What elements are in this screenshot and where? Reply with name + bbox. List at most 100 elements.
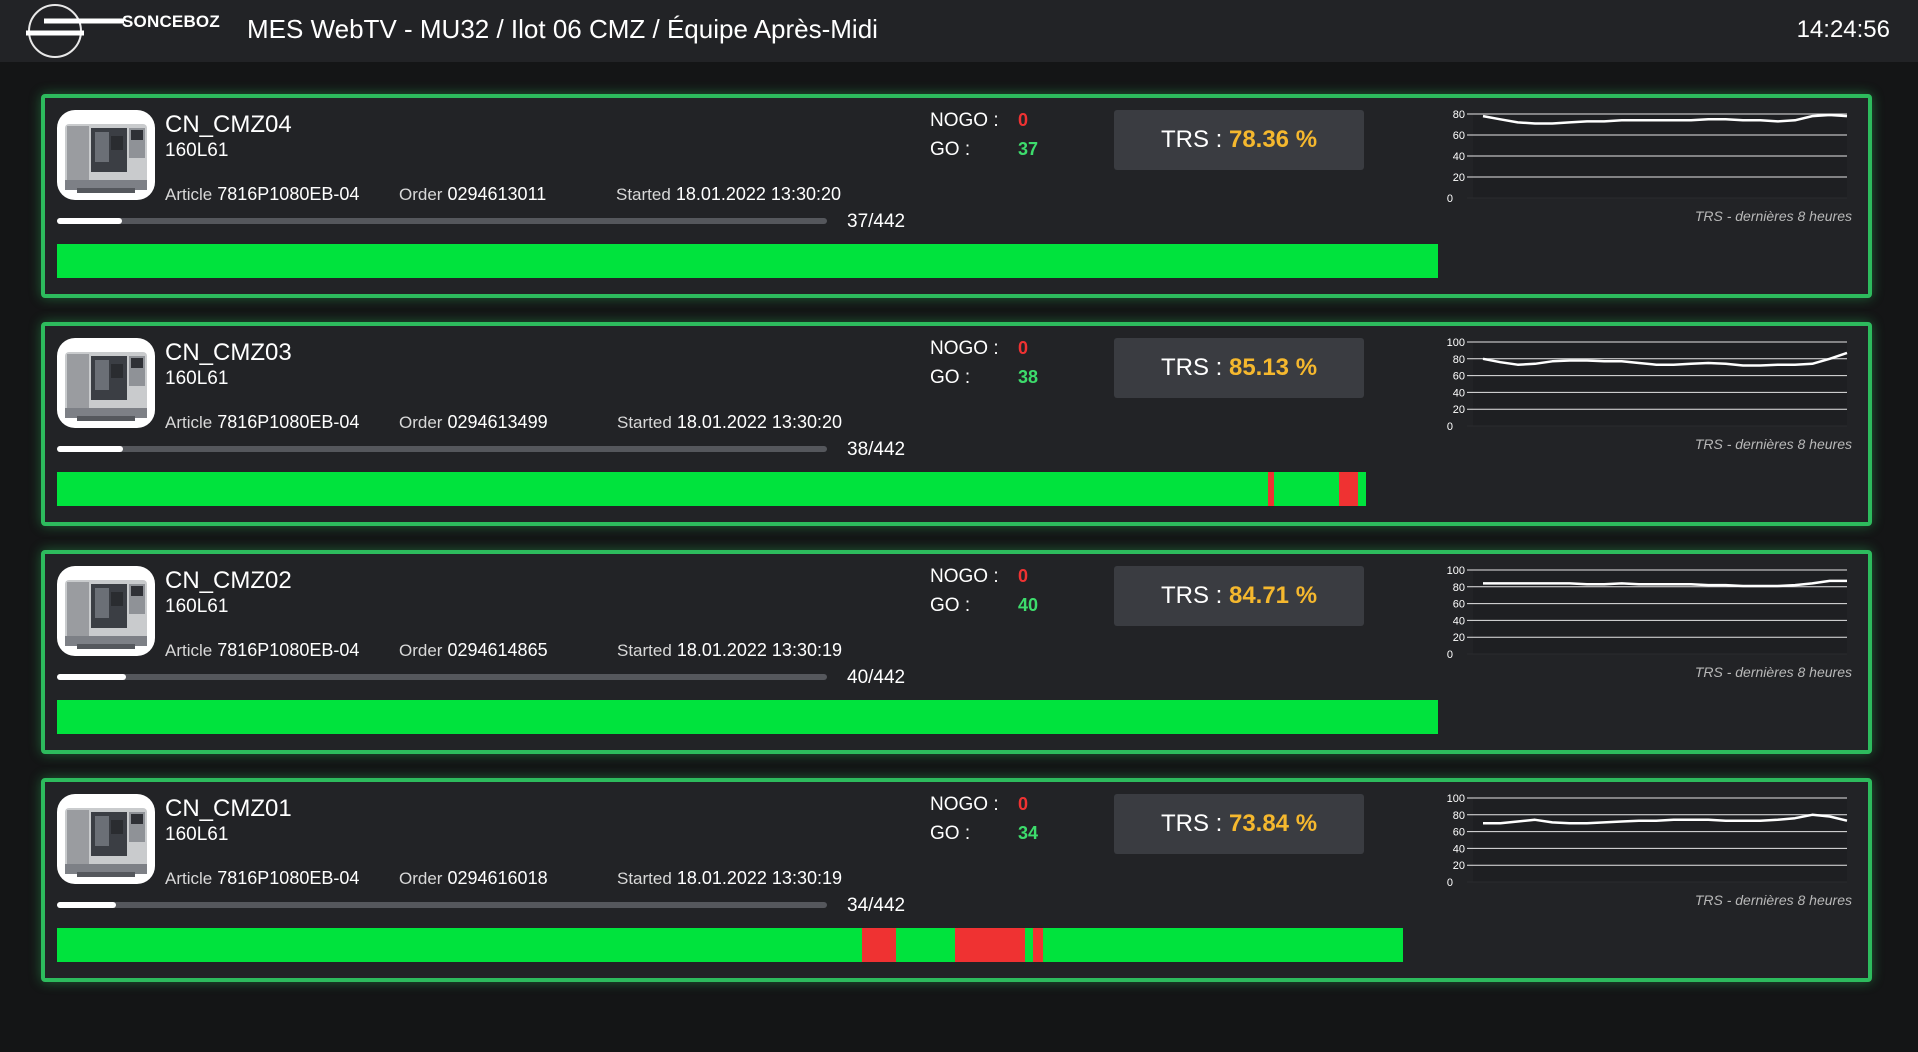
timeline-segment-ok (57, 472, 1269, 506)
chart-tick-label: 60 (1453, 130, 1465, 142)
machine-panel-cn_cmz01[interactable]: CN_CMZ01 160L61 Article 7816P1080EB-04 O… (41, 778, 1872, 982)
trs-value: 85.13 % (1228, 354, 1318, 381)
trs-label: TRS (1160, 810, 1209, 837)
trs-value: 78.36 % (1228, 126, 1318, 153)
timeline-segment-fault (955, 928, 1026, 962)
chart-plot-area (1473, 342, 1847, 426)
go-count: 34 (1018, 823, 1039, 843)
article-label: Article (165, 641, 213, 660)
trs-box: TRS : 84.71 % (1114, 566, 1364, 626)
article-label: Article (165, 869, 213, 888)
timeline-segment-ok (57, 700, 1438, 734)
progress-fill (57, 446, 124, 452)
timeline-segment-ok (895, 928, 956, 962)
order-label: Order (399, 413, 443, 432)
progress-count: 40/442 (847, 667, 906, 688)
trs-label: TRS (1160, 582, 1209, 609)
progress-fill (57, 218, 122, 224)
chart-caption: TRS - dernières 8 heures (1694, 208, 1852, 224)
started-value: 18.01.2022 13:30:20 (675, 184, 841, 204)
chart-tick-label: 0 (1447, 421, 1453, 433)
nogo-count: 0 (1018, 794, 1029, 814)
chart-tick-label: 80 (1453, 354, 1465, 366)
machine-panel-cn_cmz02[interactable]: CN_CMZ02 160L61 Article 7816P1080EB-04 O… (41, 550, 1872, 754)
nogo-label: NOGO : (930, 566, 999, 587)
logo-text: SONCEBOZ (122, 12, 220, 31)
chart-tick-label: 0 (1447, 877, 1453, 889)
chart-caption: TRS - dernières 8 heures (1694, 664, 1852, 680)
cnc-machine-image (65, 124, 147, 193)
trs-value: 73.84 % (1228, 810, 1318, 837)
machine-reference: 160L61 (165, 596, 229, 617)
article-label: Article (165, 185, 213, 204)
order-value: 0294613011 (447, 184, 547, 204)
started-info: Started 18.01.2022 13:30:20 (617, 412, 842, 433)
order-value: 0294616018 (447, 868, 548, 888)
machine-panel-cn_cmz03[interactable]: CN_CMZ03 160L61 Article 7816P1080EB-04 O… (41, 322, 1872, 526)
article-info: Article 7816P1080EB-04 (165, 640, 359, 661)
go-count: 37 (1018, 139, 1039, 159)
timeline-segment-ok (1043, 928, 1404, 962)
machine-thumbnail (57, 338, 155, 428)
machine-name: CN_CMZ04 (165, 111, 292, 138)
chart-tick-label: 100 (1447, 337, 1465, 349)
go-label: GO : (930, 595, 971, 616)
started-label: Started (617, 869, 672, 888)
nogo-count: 0 (1018, 566, 1029, 586)
machine-name: CN_CMZ02 (165, 567, 292, 594)
order-value: 0294614865 (447, 640, 548, 660)
timeline-segment-ok (1273, 472, 1339, 506)
order-info: Order 0294613499 (399, 412, 548, 433)
machine-thumbnail (57, 794, 155, 884)
chart-tick-label: 20 (1453, 404, 1465, 416)
progress-bar (57, 674, 827, 680)
machine-thumbnail (57, 566, 155, 656)
chart-tick-label: 60 (1453, 371, 1465, 383)
nogo-count: 0 (1018, 110, 1029, 130)
nogo-label: NOGO : (930, 338, 999, 359)
timeline-segment-ok (57, 244, 1438, 278)
trs-box: TRS : 78.36 % (1114, 110, 1364, 170)
order-info: Order 0294613011 (399, 184, 546, 205)
production-timeline (57, 472, 1857, 506)
nogo-label: NOGO : (930, 794, 999, 815)
machine-name: CN_CMZ03 (165, 339, 292, 366)
trs-value: 84.71 % (1228, 582, 1318, 609)
chart-tick-label: 80 (1453, 810, 1465, 822)
progress-bar (57, 218, 827, 224)
chart-tick-label: 0 (1447, 649, 1453, 661)
chart-tick-label: 40 (1453, 615, 1465, 627)
progress-count: 34/442 (847, 895, 906, 916)
chart-tick-label: 40 (1453, 843, 1465, 855)
progress-bar (57, 902, 827, 908)
started-info: Started 18.01.2022 13:30:19 (617, 868, 842, 889)
trs-history-chart: 020 40 60 80 100 (1447, 337, 1848, 433)
cnc-machine-image (65, 352, 147, 421)
article-value: 7816P1080EB-04 (217, 412, 360, 432)
trs-history-chart: 020 40 60 80 (1447, 109, 1848, 205)
timeline-segment-fault (861, 928, 896, 962)
production-timeline (57, 244, 1857, 278)
progress-fill (57, 902, 117, 908)
trs-box: TRS : 73.84 % (1114, 794, 1364, 854)
order-info: Order 0294614865 (399, 640, 548, 661)
timeline-segment-fault (1338, 472, 1359, 506)
chart-plot-area (1473, 798, 1847, 882)
go-label: GO : (930, 367, 971, 388)
nogo-label: NOGO : (930, 110, 999, 131)
machine-reference: 160L61 (165, 140, 229, 161)
order-value: 0294613499 (447, 412, 548, 432)
article-value: 7816P1080EB-04 (217, 184, 360, 204)
machine-panel-cn_cmz04[interactable]: CN_CMZ04 160L61 Article 7816P1080EB-04 O… (41, 94, 1872, 298)
order-info: Order 0294616018 (399, 868, 548, 889)
order-label: Order (399, 641, 443, 660)
machine-reference: 160L61 (165, 368, 229, 389)
machine-reference: 160L61 (165, 824, 229, 845)
clock: 14:24:56 (1796, 16, 1890, 43)
timeline-segment-ok (1358, 472, 1366, 506)
started-label: Started (617, 641, 672, 660)
timeline-segment-ok (1025, 928, 1033, 962)
go-label: GO : (930, 823, 971, 844)
chart-caption: TRS - dernières 8 heures (1694, 436, 1852, 452)
chart-tick-label: 0 (1447, 193, 1453, 205)
